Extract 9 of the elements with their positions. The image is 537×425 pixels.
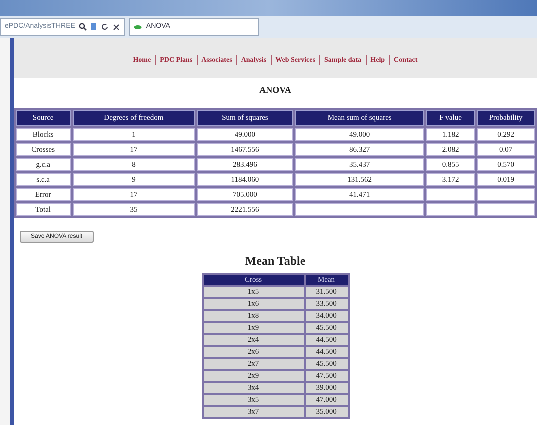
search-icon[interactable] (79, 23, 88, 31)
table-cell (426, 202, 476, 216)
close-icon[interactable] (113, 24, 120, 30)
table-cell (477, 202, 535, 216)
page-title: ANOVA (258, 84, 292, 97)
table-cell (477, 188, 535, 200)
refresh-icon[interactable] (101, 23, 110, 31)
mean-table-title: Mean Table (244, 252, 307, 270)
table-cell (426, 188, 476, 200)
